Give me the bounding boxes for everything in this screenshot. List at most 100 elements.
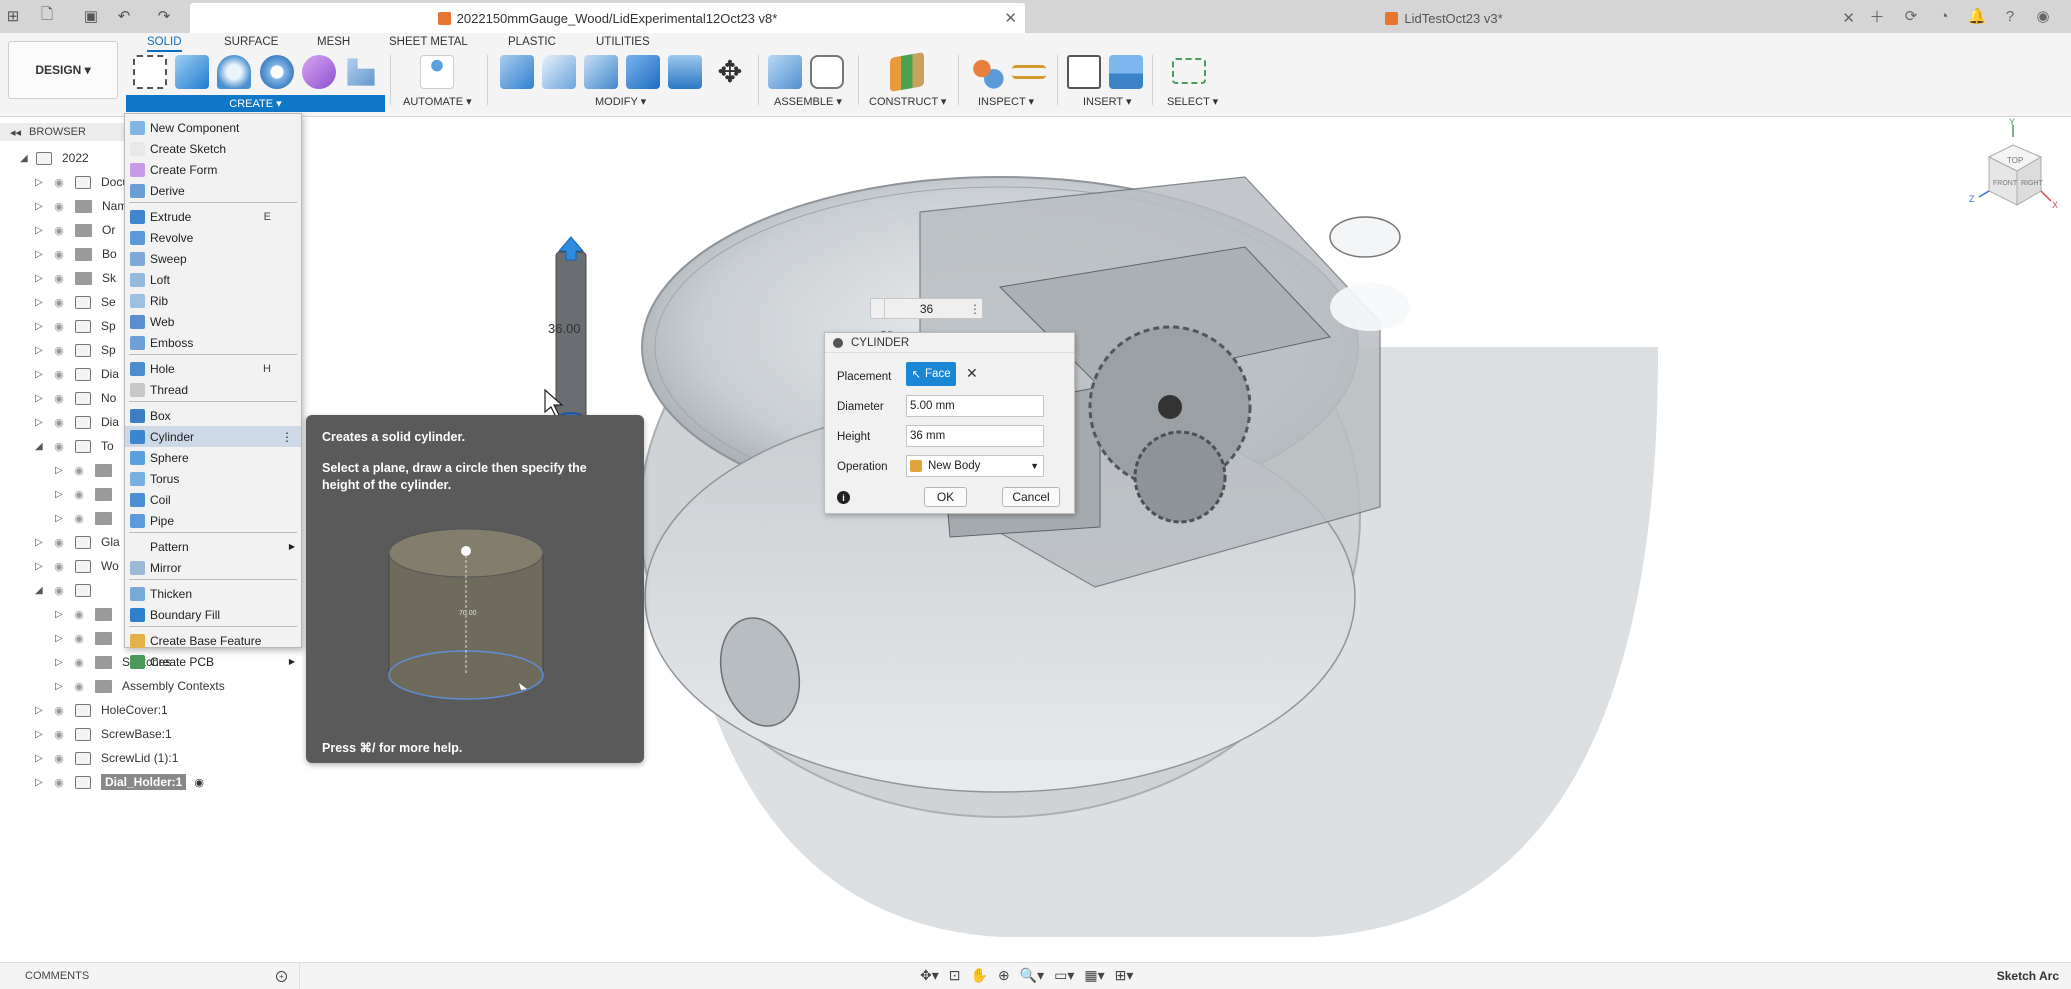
collapsed-triangle-icon[interactable]: ▷ xyxy=(35,225,45,236)
expanded-triangle-icon[interactable]: ◢ xyxy=(35,441,45,452)
redo-icon[interactable]: ↷ xyxy=(153,5,175,27)
clear-selection-icon[interactable]: ✕ xyxy=(966,365,978,382)
collapsed-triangle-icon[interactable]: ▷ xyxy=(35,705,45,716)
help-icon[interactable]: ? xyxy=(1999,5,2021,27)
visibility-eye-icon[interactable]: ◉ xyxy=(71,464,87,477)
mini-drag-handle[interactable] xyxy=(871,299,885,318)
comments-panel[interactable]: COMMENTS + xyxy=(0,963,300,989)
browser-tree-item[interactable]: ▷ ◉ xyxy=(55,603,122,625)
collapsed-triangle-icon[interactable]: ▷ xyxy=(35,777,45,788)
grid-menu-icon[interactable]: ⊞ xyxy=(2,5,24,27)
more-options-icon[interactable]: ⋮ xyxy=(281,430,293,444)
collapsed-triangle-icon[interactable]: ▷ xyxy=(35,369,45,380)
menu-item-sweep[interactable]: Sweep xyxy=(125,248,301,269)
visibility-eye-icon[interactable]: ◉ xyxy=(51,176,67,189)
browser-tree-item[interactable]: ▷ ◉ ScrewLid (1):1 xyxy=(35,747,178,769)
visibility-eye-icon[interactable]: ◉ xyxy=(51,440,67,453)
form-icon[interactable] xyxy=(302,55,336,89)
browser-tree-item[interactable]: ▷ ◉ xyxy=(55,459,122,481)
visibility-eye-icon[interactable]: ◉ xyxy=(71,608,87,621)
automate-icon[interactable] xyxy=(420,55,454,89)
job-status-icon[interactable]: ◔ xyxy=(1933,5,1955,27)
info-icon[interactable]: i xyxy=(837,491,850,504)
browser-tree-item[interactable]: ▷ ◉ xyxy=(55,627,122,649)
menu-item-torus[interactable]: Torus xyxy=(125,468,301,489)
new-tab-icon[interactable]: ＋ xyxy=(1866,5,1888,27)
menu-item-boundary-fill[interactable]: Boundary Fill xyxy=(125,604,301,625)
collapsed-triangle-icon[interactable]: ▷ xyxy=(55,633,65,644)
menu-item-web[interactable]: Web xyxy=(125,311,301,332)
notifications-icon[interactable]: 🔔 xyxy=(1966,5,1988,27)
orbit-icon[interactable]: ✥▾ xyxy=(920,967,939,984)
menu-item-new-component[interactable]: New Component xyxy=(125,117,301,138)
dialog-title-bar[interactable]: CYLINDER xyxy=(825,333,1074,353)
menu-item-pattern[interactable]: Pattern ▶ xyxy=(125,536,301,557)
expanded-triangle-icon[interactable]: ◢ xyxy=(35,585,45,596)
browser-tree-item[interactable]: ◢ 2022 xyxy=(20,147,89,169)
menu-item-cylinder[interactable]: Cylinder ⋮ xyxy=(125,426,301,447)
placement-face-selector[interactable]: ↖ Face xyxy=(906,362,956,386)
shell-icon[interactable] xyxy=(584,55,618,89)
menu-item-pipe[interactable]: Pipe xyxy=(125,510,301,531)
move-icon[interactable]: ✥ xyxy=(713,55,747,89)
menu-item-derive[interactable]: Derive xyxy=(125,180,301,201)
offset-plane-icon[interactable] xyxy=(890,52,924,92)
tab-solid[interactable]: SOLID xyxy=(147,36,182,52)
account-icon[interactable]: ◉ xyxy=(2032,5,2054,27)
menu-item-revolve[interactable]: Revolve xyxy=(125,227,301,248)
visibility-eye-icon[interactable]: ◉ xyxy=(51,224,67,237)
visibility-eye-icon[interactable]: ◉ xyxy=(51,752,67,765)
zoom-icon[interactable]: ⊕ xyxy=(998,967,1010,984)
insert-canvas-icon[interactable] xyxy=(1109,55,1143,89)
height-mini-input[interactable]: 36 ⋮ xyxy=(870,298,983,319)
visibility-eye-icon[interactable]: ◉ xyxy=(51,776,67,789)
collapsed-triangle-icon[interactable]: ▷ xyxy=(55,513,65,524)
view-cube[interactable]: Y TOP FRONT RIGHT X Z xyxy=(1955,117,2071,237)
menu-item-coil[interactable]: Coil xyxy=(125,489,301,510)
create-menu-button[interactable]: CREATE ▾ xyxy=(126,95,385,112)
menu-item-loft[interactable]: Loft xyxy=(125,269,301,290)
more-options-icon[interactable]: ⋮ xyxy=(968,302,982,316)
browser-tree-item[interactable]: ▷ ◉ ScrewBase:1 xyxy=(35,723,172,745)
menu-item-rib[interactable]: Rib xyxy=(125,290,301,311)
activate-component-icon[interactable]: ◉ xyxy=(194,776,204,789)
collapsed-triangle-icon[interactable]: ▷ xyxy=(35,753,45,764)
view-cube-right[interactable]: RIGHT xyxy=(2021,180,2044,187)
tab-plastic[interactable]: PLASTIC xyxy=(508,36,556,48)
view-cube-top[interactable]: TOP xyxy=(2007,156,2023,165)
menu-item-hole[interactable]: Hole H xyxy=(125,358,301,379)
ok-button[interactable]: OK xyxy=(924,487,967,507)
close-tab-icon[interactable]: ✕ xyxy=(1004,9,1017,27)
construct-menu-button[interactable]: CONSTRUCT ▾ xyxy=(869,95,946,108)
tab-surface[interactable]: SURFACE xyxy=(224,36,278,48)
menu-item-extrude[interactable]: Extrude E xyxy=(125,206,301,227)
browser-tree-item[interactable]: ▷ ◉ Dia xyxy=(35,363,119,385)
menu-item-thicken[interactable]: Thicken xyxy=(125,583,301,604)
operation-select[interactable]: New Body ▼ xyxy=(906,455,1044,477)
expanded-triangle-icon[interactable]: ◢ xyxy=(20,153,30,164)
modify-menu-button[interactable]: MODIFY ▾ xyxy=(595,95,646,108)
browser-tree-item[interactable]: ▷ ◉ Wo xyxy=(35,555,119,577)
visibility-eye-icon[interactable]: ◉ xyxy=(51,296,67,309)
browser-tree-item[interactable]: ▷ ◉ Gla xyxy=(35,531,120,553)
close-tab-icon[interactable]: ✕ xyxy=(1842,9,1855,27)
assemble-menu-button[interactable]: ASSEMBLE ▾ xyxy=(774,95,842,108)
menu-item-box[interactable]: Box xyxy=(125,405,301,426)
browser-tree-item[interactable]: ▷ ◉ Sp xyxy=(35,339,116,361)
collapse-browser-icon[interactable]: ◂◂ xyxy=(10,126,21,139)
browser-tree-item[interactable]: ▷ ◉ xyxy=(55,507,122,529)
collapsed-triangle-icon[interactable]: ▷ xyxy=(55,465,65,476)
browser-tree-item[interactable]: ▷ ◉ Dia xyxy=(35,411,119,433)
visibility-eye-icon[interactable]: ◉ xyxy=(51,560,67,573)
browser-tree-item[interactable]: ▷ ◉ Dial_Holder:1 ◉ xyxy=(35,771,204,793)
browser-tree-item[interactable]: ▷ ◉ Or xyxy=(35,219,115,241)
visibility-eye-icon[interactable]: ◉ xyxy=(51,368,67,381)
collapsed-triangle-icon[interactable]: ▷ xyxy=(35,297,45,308)
browser-tree-item[interactable]: ▷ ◉ Bo xyxy=(35,243,117,265)
menu-item-create-base-feature[interactable]: Create Base Feature xyxy=(125,630,301,651)
visibility-eye-icon[interactable]: ◉ xyxy=(51,536,67,549)
collapsed-triangle-icon[interactable]: ▷ xyxy=(35,393,45,404)
collapsed-triangle-icon[interactable]: ▷ xyxy=(35,321,45,332)
browser-tree-item[interactable]: ▷ ◉ Se xyxy=(35,291,116,313)
browser-tree-item[interactable]: ▷ ◉ No xyxy=(35,387,116,409)
